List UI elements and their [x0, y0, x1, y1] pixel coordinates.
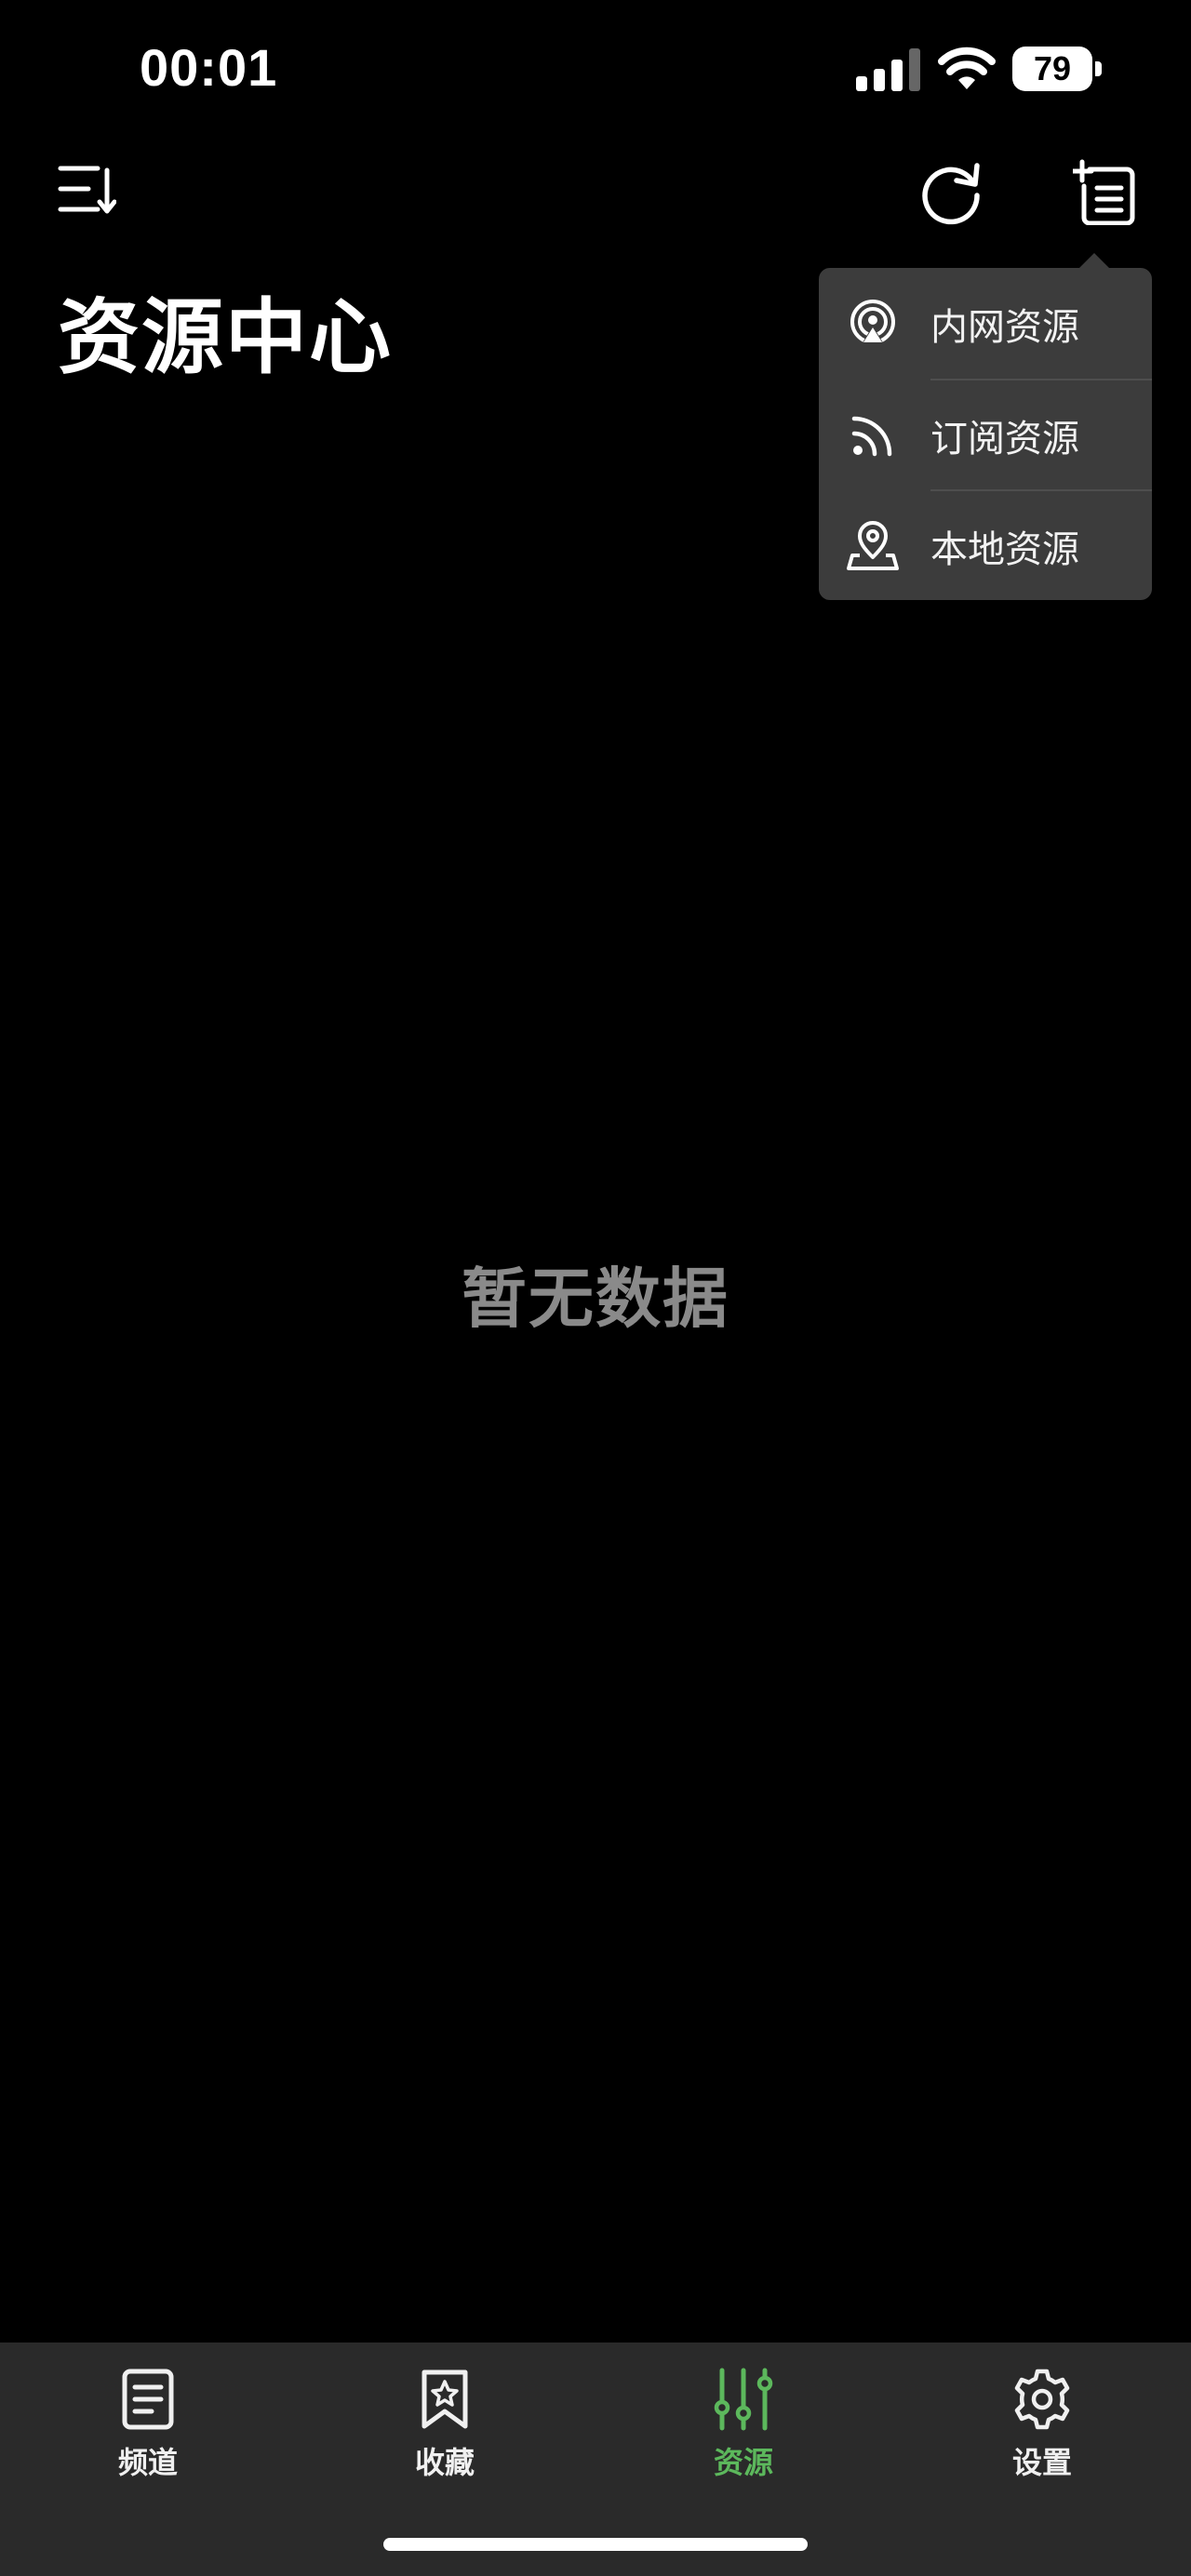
sliders-icon — [714, 2368, 773, 2431]
tab-label: 资源 — [713, 2445, 773, 2480]
home-indicator — [383, 2538, 808, 2551]
refresh-button[interactable] — [912, 154, 990, 229]
menu-item-label: 内网资源 — [930, 305, 1079, 349]
add-resource-menu: 内网资源 订阅资源 本地资源 — [819, 253, 1152, 601]
add-list-icon — [1073, 159, 1135, 225]
menu-item-label: 本地资源 — [930, 527, 1079, 571]
menu-item-label: 订阅资源 — [930, 417, 1079, 460]
rss-icon — [851, 416, 892, 456]
gear-icon — [1014, 2369, 1070, 2430]
location-pin-icon — [847, 520, 899, 570]
empty-state-text: 暂无数据 — [462, 1261, 729, 1337]
add-resource-button[interactable] — [1066, 154, 1144, 229]
refresh-icon — [922, 163, 980, 225]
tab-channels[interactable]: 频道 — [55, 2367, 241, 2497]
battery-icon: 79 — [1012, 47, 1102, 91]
tab-settings[interactable]: 设置 — [949, 2367, 1135, 2497]
menu-item-subscription[interactable]: 订阅资源 — [819, 380, 1152, 490]
page-title: 资源中心 — [58, 289, 394, 385]
bookmark-star-icon — [422, 2369, 468, 2429]
menu-item-local[interactable]: 本地资源 — [819, 490, 1152, 601]
tab-favorites[interactable]: 收藏 — [352, 2367, 538, 2497]
signal-icon — [856, 48, 920, 91]
sort-button[interactable] — [52, 154, 121, 223]
broadcast-icon — [850, 299, 895, 344]
battery-level: 79 — [1012, 47, 1092, 91]
document-icon — [122, 2369, 174, 2430]
tab-resources[interactable]: 资源 — [650, 2367, 836, 2497]
wifi-icon — [938, 47, 996, 89]
tab-label: 设置 — [1011, 2445, 1072, 2480]
tab-label: 频道 — [117, 2445, 178, 2480]
tab-label: 收藏 — [414, 2445, 475, 2480]
status-time: 00:01 — [140, 38, 278, 97]
menu-item-intranet[interactable]: 内网资源 — [819, 268, 1152, 379]
sort-icon — [58, 166, 116, 214]
